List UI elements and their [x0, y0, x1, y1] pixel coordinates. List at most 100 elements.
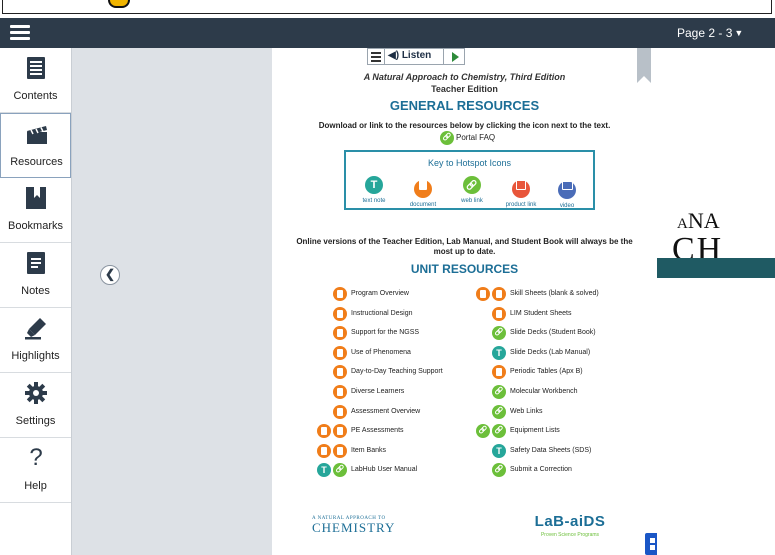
document-icon[interactable]: [333, 404, 347, 419]
resource-label: Support for the NGSS: [351, 329, 420, 337]
key-label: video: [559, 202, 575, 209]
web-link-icon[interactable]: [492, 326, 506, 341]
resource-item[interactable]: Periodic Tables (Apx B): [480, 365, 620, 381]
resource-item[interactable]: T LabHub User Manual: [317, 463, 461, 479]
resource-item[interactable]: Slide Decks (Student Book): [480, 326, 620, 342]
resource-item[interactable]: T Safety Data Sheets (SDS): [480, 443, 620, 460]
document-icon[interactable]: [492, 287, 506, 301]
logo-big-text: CHEMISTRY: [312, 520, 396, 535]
chevron-down-icon: ▼: [734, 28, 744, 38]
key-label: product link: [505, 202, 537, 208]
play-icon[interactable]: [452, 52, 459, 62]
document-icon[interactable]: [476, 287, 490, 301]
web-link-icon[interactable]: [492, 404, 506, 419]
key-label: text note: [362, 198, 386, 204]
resource-label: LIM Student Sheets: [510, 309, 572, 317]
web-link-icon[interactable]: [333, 463, 347, 478]
listen-button[interactable]: ◀) Listen: [388, 50, 431, 61]
logo-big-text: LaB-aiDS: [534, 513, 606, 530]
document-icon[interactable]: [333, 443, 347, 458]
resource-item[interactable]: Skill Sheets (blank & solved): [476, 287, 620, 303]
document-icon[interactable]: [317, 443, 331, 458]
resource-label: Submit a Correction: [510, 466, 572, 474]
sidebar-item-settings[interactable]: Settings: [0, 373, 71, 438]
resource-label: Skill Sheets (blank & solved): [510, 290, 599, 297]
document-icon[interactable]: [333, 326, 347, 341]
bookmark-icon: [26, 187, 46, 209]
text-note-icon[interactable]: T: [492, 345, 506, 360]
sidebar-item-bookmarks[interactable]: Bookmarks: [0, 178, 71, 243]
resource-item[interactable]: Molecular Workbench: [480, 385, 620, 401]
page-selector[interactable]: Page 2 - 3 ▼: [677, 26, 743, 40]
resource-item[interactable]: Instructional Design: [321, 306, 461, 323]
web-link-icon[interactable]: [476, 424, 490, 439]
resource-label: Instructional Design: [351, 309, 413, 317]
resource-item[interactable]: Equipment Lists: [476, 424, 620, 440]
sidebar-item-resources[interactable]: Resources: [0, 113, 71, 178]
sidebar-item-notes[interactable]: Notes: [0, 243, 71, 308]
chemistry-logo: A NATURAL APPROACH TO CHEMISTRY: [312, 516, 398, 538]
sidebar-item-contents[interactable]: Contents: [0, 48, 71, 113]
text-note-icon[interactable]: T: [317, 463, 331, 478]
web-link-icon: [463, 176, 481, 194]
document-icon[interactable]: [333, 345, 347, 360]
video-icon: [558, 180, 576, 199]
sidebar-item-label: Settings: [15, 415, 56, 427]
resource-item[interactable]: Assessment Overview: [321, 404, 461, 421]
document-icon[interactable]: [333, 424, 347, 439]
notes-icon: [27, 252, 45, 274]
web-link-icon[interactable]: [492, 463, 506, 478]
document-icon[interactable]: [333, 306, 347, 321]
resource-item[interactable]: Use of Phenomena: [321, 345, 461, 362]
divider: [443, 49, 444, 64]
web-link-icon[interactable]: [492, 424, 506, 439]
key-label: document: [409, 202, 437, 208]
cover-preview: ANA CH: [657, 48, 775, 555]
resource-label: Use of Phenomena: [351, 348, 411, 356]
resource-item[interactable]: Submit a Correction: [480, 463, 620, 479]
resource-label: Program Overview: [351, 290, 409, 297]
document-icon[interactable]: [333, 385, 347, 399]
sidebar-item-label: Highlights: [11, 350, 60, 362]
sidebar-item-label: Contents: [13, 90, 58, 102]
resource-item[interactable]: Diverse Learners: [321, 385, 461, 401]
sidebar-item-help[interactable]: ? Help: [0, 438, 71, 503]
resource-item[interactable]: PE Assessments: [317, 424, 461, 440]
resource-item[interactable]: LIM Student Sheets: [480, 306, 620, 323]
top-strip: [0, 0, 775, 18]
document-icon[interactable]: [333, 365, 347, 380]
resource-item[interactable]: Item Banks: [317, 443, 461, 460]
document-icon[interactable]: [333, 287, 347, 301]
contents-icon: [27, 57, 45, 79]
resource-label: Slide Decks (Lab Manual): [510, 348, 591, 356]
key-item-web-link: web link: [447, 176, 497, 204]
resource-item[interactable]: Support for the NGSS: [321, 326, 461, 342]
gear-icon: [25, 382, 47, 404]
text-note-icon[interactable]: T: [492, 443, 506, 458]
previous-page-button[interactable]: ❮: [100, 265, 120, 285]
unit-resources-heading: UNIT RESOURCES: [410, 262, 519, 276]
divider: [384, 49, 385, 64]
resource-label: Assessment Overview: [351, 407, 421, 415]
document-icon[interactable]: [492, 306, 506, 321]
sidebar-item-label: Bookmarks: [7, 220, 64, 232]
speaker-icon: ◀): [388, 50, 400, 61]
resource-item[interactable]: Program Overview: [321, 287, 461, 303]
online-note: Online versions of the Teacher Edition, …: [296, 237, 633, 256]
resource-label: Web Links: [510, 407, 543, 415]
instructions-text: Download or link to the resources below …: [318, 121, 611, 130]
resource-item[interactable]: Web Links: [480, 404, 620, 421]
player-menu-icon[interactable]: [371, 52, 381, 62]
document-icon[interactable]: [492, 365, 506, 380]
resource-item[interactable]: T Slide Decks (Lab Manual): [480, 345, 620, 362]
resource-item[interactable]: Day-to-Day Teaching Support: [321, 365, 461, 381]
key-item-text-note: T text note: [349, 176, 399, 204]
document-icon[interactable]: [317, 424, 331, 439]
book-subtitle: Teacher Edition: [431, 84, 498, 94]
key-item-video: video: [542, 176, 592, 209]
sidebar-item-label: Notes: [21, 285, 50, 297]
sidebar-item-highlights[interactable]: Highlights: [0, 308, 71, 373]
web-link-icon[interactable]: [492, 385, 506, 399]
hamburger-menu-icon[interactable]: [10, 25, 30, 41]
web-link-icon: [440, 131, 454, 145]
